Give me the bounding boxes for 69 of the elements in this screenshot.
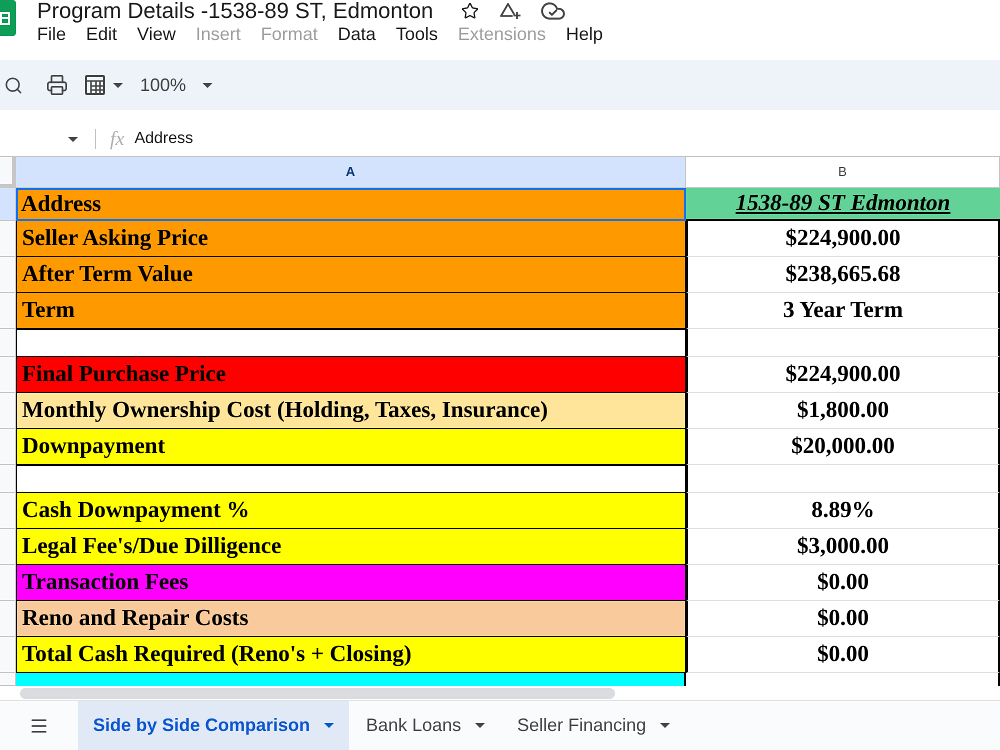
row-header[interactable] — [0, 429, 16, 465]
row-header[interactable] — [0, 293, 16, 329]
row-header[interactable] — [0, 565, 16, 601]
label-cell[interactable]: Final Purchase Price — [16, 357, 686, 393]
caret-icon — [113, 82, 123, 88]
label-cell[interactable]: Legal Fee's/Due Dilligence — [16, 529, 686, 565]
triangle-plus-icon[interactable] — [499, 2, 522, 20]
horizontal-scrollbar[interactable] — [20, 688, 615, 698]
star-icon[interactable] — [461, 2, 480, 20]
value-cell[interactable]: 8.89% — [686, 493, 1000, 529]
value-cell[interactable]: 1538-89 ST Edmonton — [686, 188, 1000, 221]
grid-icon[interactable] — [84, 74, 106, 96]
row-header[interactable] — [0, 221, 16, 257]
row-header[interactable] — [0, 329, 16, 357]
label-cell[interactable]: After Term Value — [16, 257, 686, 293]
row-header[interactable] — [0, 465, 16, 493]
printer-icon[interactable] — [46, 74, 68, 96]
row-header[interactable] — [0, 393, 16, 429]
row-header[interactable] — [0, 637, 16, 673]
label-cell[interactable]: Seller Asking Price — [16, 221, 686, 257]
caret-icon — [324, 723, 334, 728]
label-cell[interactable]: Total Cash Required (Reno's + Closing) — [16, 637, 686, 673]
row-header[interactable] — [0, 257, 16, 293]
menu-item[interactable]: Help — [566, 23, 603, 45]
value-cell[interactable]: $1,800.00 — [686, 393, 1000, 429]
value-cell[interactable]: $0.00 — [686, 565, 1000, 601]
zoom-level[interactable]: 100% — [140, 72, 186, 98]
value-cell[interactable]: $0.00 — [686, 637, 1000, 673]
label-cell[interactable]: Address — [16, 188, 686, 221]
sheet-tab[interactable]: Bank Loans — [351, 701, 500, 750]
row-header[interactable] — [0, 601, 16, 637]
document-title[interactable]: Program Details -1538-89 ST, Edmonton — [37, 0, 434, 22]
label-cell[interactable]: Transaction Fees — [16, 565, 686, 601]
value-cell[interactable]: $224,900.00 — [686, 357, 1000, 393]
label-cell[interactable]: Downpayment — [16, 429, 686, 465]
row-header[interactable] — [0, 357, 16, 393]
label-cell[interactable]: Term — [16, 293, 686, 329]
menu-item[interactable]: View — [137, 23, 176, 45]
label-cell[interactable]: Reno and Repair Costs — [16, 601, 686, 637]
menu-item[interactable]: Edit — [86, 23, 118, 45]
column-header[interactable]: B — [686, 157, 1000, 188]
label-cell[interactable]: Cash Downpayment % — [16, 493, 686, 529]
value-cell[interactable]: $238,665.68 — [686, 257, 1000, 293]
label-cell[interactable]: Monthly Ownership Cost (Holding, Taxes, Insurance) — [16, 393, 686, 429]
caret-icon — [660, 723, 670, 728]
caret-icon — [68, 136, 78, 142]
sheet-tab[interactable]: Seller Financing — [502, 701, 686, 750]
row-header[interactable] — [0, 188, 16, 221]
column-header[interactable]: A — [16, 157, 686, 188]
menu-item[interactable]: File — [37, 23, 66, 45]
value-cell[interactable]: 3 Year Term — [686, 293, 1000, 329]
value-cell[interactable]: $3,000.00 — [686, 529, 1000, 565]
menu-item[interactable]: Data — [338, 23, 376, 45]
spreadsheet-logo-icon[interactable] — [0, 0, 16, 36]
caret-icon — [475, 723, 486, 728]
function-label: fx — [110, 127, 124, 152]
value-cell[interactable]: $20,000.00 — [686, 429, 1000, 465]
value-cell[interactable]: $224,900.00 — [686, 221, 1000, 257]
search-icon[interactable] — [4, 76, 23, 94]
row-header[interactable] — [0, 493, 16, 529]
row-header[interactable] — [0, 529, 16, 565]
caret-icon — [202, 82, 214, 88]
cloud-check-icon[interactable] — [541, 2, 566, 20]
menu-item[interactable]: Tools — [396, 23, 438, 45]
row-header[interactable] — [0, 673, 16, 686]
sheet-tab[interactable]: Side by Side Comparison — [78, 701, 350, 750]
value-cell[interactable]: $0.00 — [686, 601, 1000, 637]
formula-input-field[interactable]: Address — [134, 127, 194, 151]
select-all-corner[interactable] — [0, 157, 16, 188]
